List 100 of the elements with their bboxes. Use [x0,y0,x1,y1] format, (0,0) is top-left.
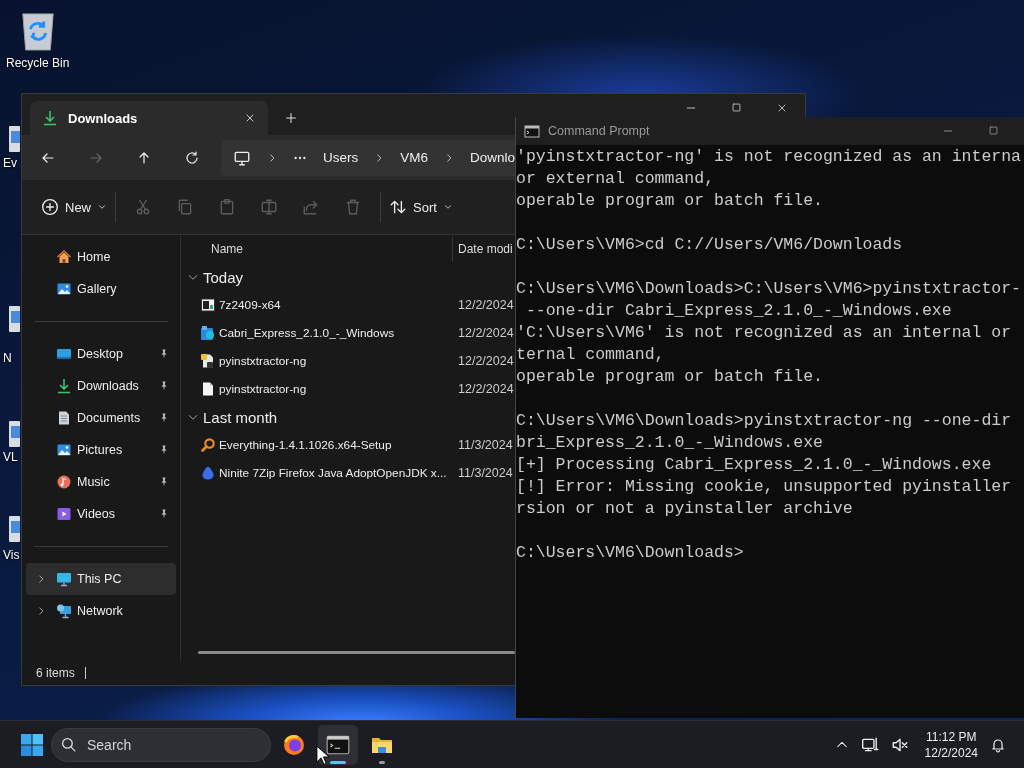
date-cell: 11/3/2024 [458,438,513,452]
cursor-icon [316,745,329,766]
plus-icon[interactable] [284,111,298,125]
sidebar-item[interactable]: This PC [26,563,176,595]
document-icon [56,410,72,426]
chevron-icon[interactable] [267,152,277,163]
status-text: 6 items [36,666,75,680]
house-icon [56,249,72,265]
sidebar-item[interactable]: Downloads [26,370,176,402]
date-cell: 12/2/2024 [458,298,514,312]
console-line: or external command, [516,168,716,190]
file-name[interactable]: Everything-1.4.1.1026.x64-Setup [219,438,458,452]
close-icon[interactable] [776,102,788,114]
caret-icon [97,202,107,212]
windows-logo-icon[interactable] [20,732,44,757]
close-icon[interactable] [244,112,256,124]
desktop-icon-label[interactable]: VL [3,450,18,464]
clock-time[interactable]: 11:12 PM [926,728,977,745]
desktop-icon-label[interactable]: N [3,351,12,365]
window-title: Command Prompt [548,124,650,138]
desktop-icon-label[interactable]: Ev [3,156,17,170]
music-note-icon [56,474,72,490]
console-line: [!] Error: Missing cookie, unsupported pyinstaller [516,476,1013,498]
clock-date[interactable]: 12/2/2024 [924,744,978,761]
app-icon[interactable] [8,420,20,448]
plus-circle-icon [41,198,59,216]
app-icon[interactable] [8,125,20,153]
maximize-icon[interactable] [988,125,999,136]
scrollbar[interactable] [198,651,515,654]
date-cell: 12/2/2024 [458,354,514,368]
sidebar-item[interactable]: Videos [26,498,176,530]
sidebar-item[interactable]: Home [26,241,176,273]
file-name[interactable]: pyinstxtractor-ng [219,354,458,368]
download-icon [56,378,72,394]
date-cell: 11/3/2024 [458,466,513,480]
app-icon[interactable] [8,515,20,543]
sidebar-item[interactable]: Network [26,595,176,627]
file-name[interactable]: 7z2409-x64 [219,298,458,312]
console-line: 'C:\Users\VM6' is not recognized as an internal or [516,322,1013,344]
firefox-icon[interactable] [282,732,306,757]
file-name[interactable]: Cabri_Express_2.1.0_-_Windows [219,326,458,340]
bell-icon[interactable] [990,736,1006,753]
console-line: operable program or batch file. [516,366,824,388]
terminal-icon [524,123,540,139]
desktop-icon [56,346,72,362]
caret-icon [442,202,453,212]
sidebar-item[interactable]: Gallery [26,273,176,305]
console-line: operable program or batch file. [516,190,824,212]
column-header[interactable]: Date modi [458,242,513,256]
console-line: C:\Users\VM6>cd C://Users/VM6/Downloads [516,234,904,256]
chevron-icon[interactable] [36,574,46,584]
console-line: ternal command, [516,344,666,366]
date-cell: 12/2/2024 [458,326,514,340]
sidebar-item[interactable]: Documents [26,402,176,434]
file-name[interactable]: Ninite 7Zip Firefox Java AdoptOpenJDK x... [219,466,458,480]
archive-icon [200,297,216,313]
script-file-icon [200,353,216,369]
sidebar-item[interactable]: Desktop [26,338,176,370]
sidebar-item[interactable]: Pictures [26,434,176,466]
desktop-icon-label[interactable]: Vis [3,548,20,562]
picture-icon [56,442,72,458]
maximize-icon[interactable] [731,102,742,113]
drop-icon [200,465,216,481]
console-line: [+] Processing Cabri_Express_2.1.0_-_Windows.exe [516,454,993,476]
magnifier-icon [200,437,216,453]
breadcrumb-item[interactable]: Downlo [470,150,516,165]
sort-button[interactable]: Sort [387,194,455,220]
console-line: C:\Users\VM6\Downloads>pyinstxtractor-ng --one-dir [516,410,1013,432]
console-line: --one-dir Cabri_Express_2.1.0_-_Windows.exe [524,300,953,322]
chevron-icon[interactable] [36,606,46,616]
column-header[interactable]: Name [181,242,452,256]
picture-icon [56,281,72,297]
console-line: rsion or not a pyinstaller archive [516,498,854,520]
file-name[interactable]: pyinstxtractor-ng [219,382,458,396]
network-icon [56,603,72,619]
console-line: bri_Express_2.1.0_-_Windows.exe [516,432,824,454]
desktop-icon-label[interactable]: Recycle Bin [6,56,70,70]
refresh-icon[interactable] [184,149,200,166]
breadcrumb-item[interactable]: Users [323,150,359,165]
address-bar[interactable]: Users VM6 Downlo [221,139,516,176]
console-line: C:\Users\VM6\Downloads> [516,542,745,564]
new-button[interactable]: New [39,194,109,220]
date-cell: 12/2/2024 [458,382,514,396]
app-icon[interactable] [8,305,20,333]
breadcrumb-item[interactable]: VM6 [400,150,429,165]
sort-icon [389,198,407,216]
monitor-icon [56,571,72,587]
search-field[interactable]: Search [51,727,271,762]
tab[interactable]: Downloads [30,101,268,135]
console-line: 'pyinstxtractor-ng' is not recognized as an interna [516,146,1022,168]
network-icon[interactable] [860,735,879,754]
download-icon [42,110,58,126]
search-icon [60,735,77,753]
console-line: C:\Users\VM6\Downloads>C:\Users\VM6>pyinstxtractor- [516,278,1022,300]
group-header[interactable]: Last month [181,403,516,431]
installer-icon [200,325,216,341]
sidebar-item[interactable]: Music [26,466,176,498]
file-icon [200,381,216,397]
play-icon [56,506,72,522]
group-header[interactable]: Today [181,263,516,291]
